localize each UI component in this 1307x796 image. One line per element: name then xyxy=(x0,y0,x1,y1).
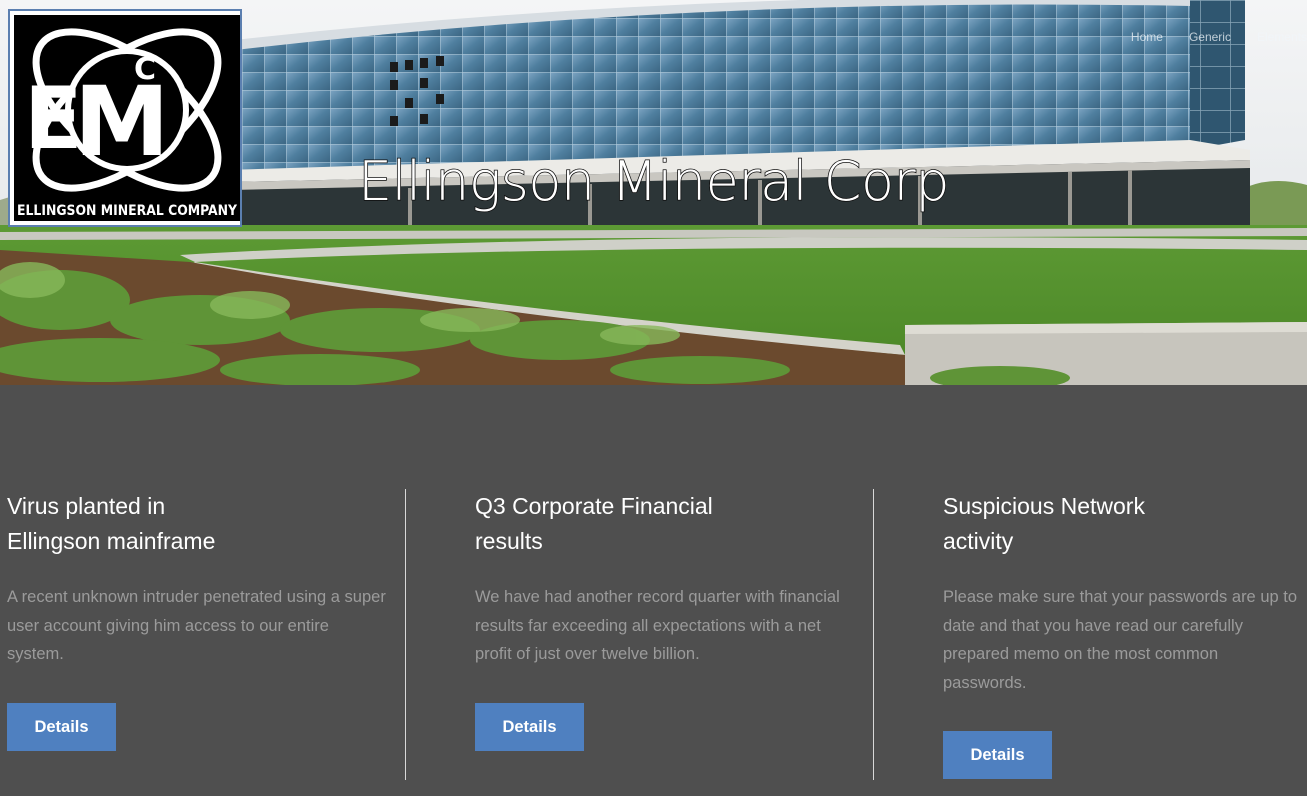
nav-link-home[interactable]: Home xyxy=(1131,30,1163,44)
feature-title: Suspicious Network activity xyxy=(943,489,1203,559)
network-details-button[interactable]: Details xyxy=(943,731,1052,779)
feature-card-virus: Virus planted in Ellingson mainframe A r… xyxy=(7,489,387,669)
column-divider xyxy=(873,489,874,780)
financial-details-button[interactable]: Details xyxy=(475,703,584,751)
feature-title-line1: Virus planted in xyxy=(7,493,166,519)
main-nav: Home Generic Elements xyxy=(1131,30,1307,44)
feature-title-line1: Q3 Corporate Financial xyxy=(475,493,713,519)
feature-title-line2: Ellingson mainframe xyxy=(7,528,216,554)
column-divider xyxy=(405,489,406,780)
feature-title-line2: activity xyxy=(943,528,1014,554)
virus-details-button[interactable]: Details xyxy=(7,703,116,751)
feature-card-network: Suspicious Network activity Please make … xyxy=(943,489,1305,697)
feature-description: Please make sure that your passwords are… xyxy=(943,588,1298,692)
nav-link-elements[interactable]: Elements xyxy=(1257,30,1307,44)
site-title: Ellingson Mineral Corp xyxy=(357,149,950,214)
logo-letter-c: C xyxy=(134,52,156,87)
feature-title: Virus planted in Ellingson mainframe xyxy=(7,489,267,559)
feature-title-line2: results xyxy=(475,528,543,554)
nav-link-generic[interactable]: Generic xyxy=(1189,30,1231,44)
feature-description: We have had another record quarter with … xyxy=(475,588,840,663)
feature-card-financial: Q3 Corporate Financial results We have h… xyxy=(475,489,855,669)
hero-banner: E M C ELLINGSON MINERAL COMPANY Home Gen… xyxy=(0,0,1307,385)
feature-description: A recent unknown intruder penetrated usi… xyxy=(7,588,386,663)
feature-title-line1: Suspicious Network xyxy=(943,493,1145,519)
feature-title: Q3 Corporate Financial results xyxy=(475,489,735,559)
